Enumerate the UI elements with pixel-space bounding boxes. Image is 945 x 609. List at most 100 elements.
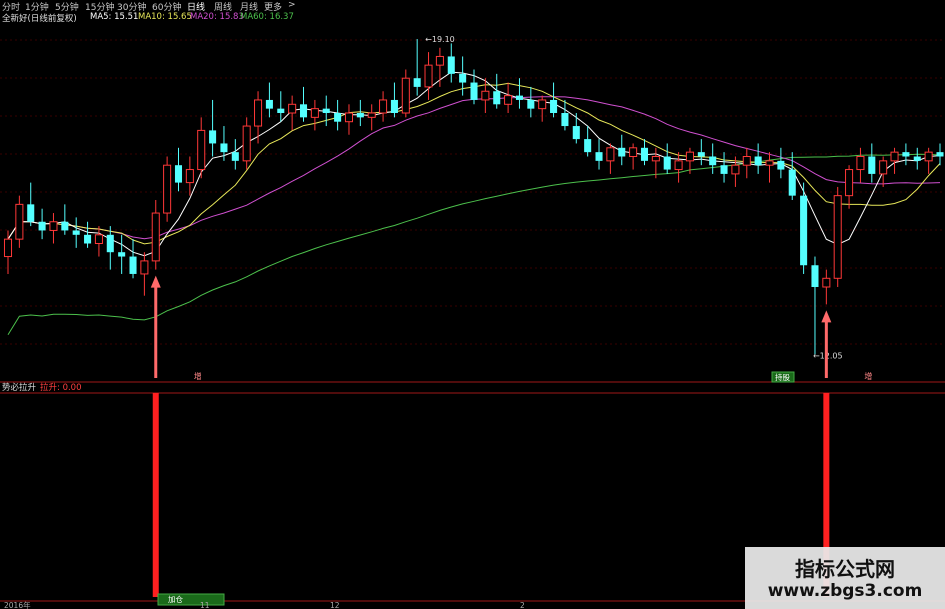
signal-arrow-head <box>821 310 832 323</box>
candle-body <box>833 195 842 279</box>
candle-body <box>515 95 523 100</box>
candle-body <box>310 108 319 118</box>
candle-body <box>27 204 35 222</box>
candle-body <box>459 73 467 83</box>
candle-body <box>788 169 796 196</box>
candle-body <box>890 151 899 162</box>
candle-body <box>197 129 206 171</box>
signal-box-label: 持股 <box>775 372 790 382</box>
candle-body <box>185 169 194 184</box>
candle-body <box>731 164 740 175</box>
candle-body <box>822 277 831 288</box>
candle-body <box>231 152 239 161</box>
candle-body <box>936 152 944 157</box>
candle-body <box>504 95 513 105</box>
signal-text: 增 <box>194 371 202 381</box>
candle-body <box>800 195 808 266</box>
candle-body <box>572 126 580 140</box>
candle-body <box>140 260 149 275</box>
candle-body <box>856 156 865 171</box>
candle-body <box>685 151 694 162</box>
candle-body <box>322 108 330 113</box>
candle-body <box>527 99 535 109</box>
candle-body <box>674 160 683 171</box>
candle-body <box>697 152 705 157</box>
candle-body <box>334 113 342 122</box>
candle-body <box>424 64 433 88</box>
signal-bar <box>152 393 159 597</box>
x-tick-label: 2016年 <box>4 600 31 609</box>
candle-body <box>811 265 819 287</box>
candle-body <box>742 156 751 166</box>
candle-body <box>163 164 172 214</box>
candle-body <box>720 165 728 174</box>
candle-body <box>265 99 273 109</box>
candle-body <box>754 156 762 166</box>
candle-body <box>174 165 183 183</box>
candle-body <box>254 99 263 127</box>
candle-body <box>777 160 785 170</box>
candle-body <box>618 147 626 157</box>
signal-text: 增 <box>864 371 872 381</box>
candle-body <box>550 99 558 113</box>
candle-body <box>493 91 501 105</box>
candle-body <box>709 156 717 166</box>
candle-body <box>344 112 353 123</box>
candle-body <box>242 125 251 162</box>
candle-body <box>924 151 933 162</box>
candle-body <box>49 221 58 231</box>
candle-body <box>629 147 638 158</box>
signal-arrow-head <box>150 275 161 288</box>
candle-body <box>663 156 671 170</box>
indicator-title: 势必拉升 <box>2 382 37 393</box>
watermark-url: www.zbgs3.com <box>767 581 923 601</box>
candle-body <box>765 160 774 166</box>
candle-body <box>379 99 388 114</box>
candle-body <box>595 152 603 161</box>
candle-body <box>913 156 921 161</box>
candle-body <box>367 112 376 118</box>
x-tick-label: 2 <box>520 601 525 609</box>
candle-body <box>151 212 160 262</box>
candle-body <box>209 130 217 144</box>
candle-body <box>220 143 228 153</box>
x-tick-label: 11 <box>200 601 210 609</box>
candle-body <box>38 221 46 231</box>
candle-body <box>390 99 398 113</box>
candle-body <box>94 234 103 245</box>
candle-body <box>651 156 660 162</box>
candle-body <box>356 113 364 118</box>
candle-body <box>481 90 490 101</box>
candle-body <box>447 56 455 74</box>
high-label: ←19.10 <box>425 35 455 44</box>
candle-body <box>640 147 649 161</box>
candle-body <box>902 152 910 157</box>
candle-body <box>118 252 126 257</box>
candle-body <box>401 77 410 114</box>
candle-body <box>413 78 421 87</box>
indicator-value: 拉升: 0.00 <box>40 382 82 393</box>
x-tick-label: 12 <box>330 601 340 609</box>
candle-body <box>584 139 592 153</box>
candle-body <box>470 82 478 100</box>
candle-body <box>538 99 547 110</box>
candle-body <box>299 104 308 118</box>
candle-body <box>3 238 13 258</box>
candle-body <box>868 156 876 174</box>
candle-body <box>606 147 615 162</box>
candle-body <box>129 256 137 274</box>
signal-box-label: 加仓 <box>168 594 183 604</box>
candle-body <box>277 108 285 113</box>
candle-body <box>879 160 888 175</box>
candle-body <box>72 230 80 235</box>
kline-chart: ←19.10←12.05增增持股加仓势必拉升拉升: 0.002016年11122 <box>0 35 945 609</box>
candle-body <box>61 221 69 231</box>
candle-body <box>561 113 569 127</box>
candle-body <box>15 203 24 240</box>
candle-body <box>288 103 297 114</box>
watermark: 指标公式网 www.zbgs3.com <box>745 547 945 609</box>
candle-body <box>106 234 114 253</box>
candle-body <box>435 55 444 66</box>
candle-body <box>84 234 92 244</box>
watermark-title: 指标公式网 <box>795 557 895 581</box>
